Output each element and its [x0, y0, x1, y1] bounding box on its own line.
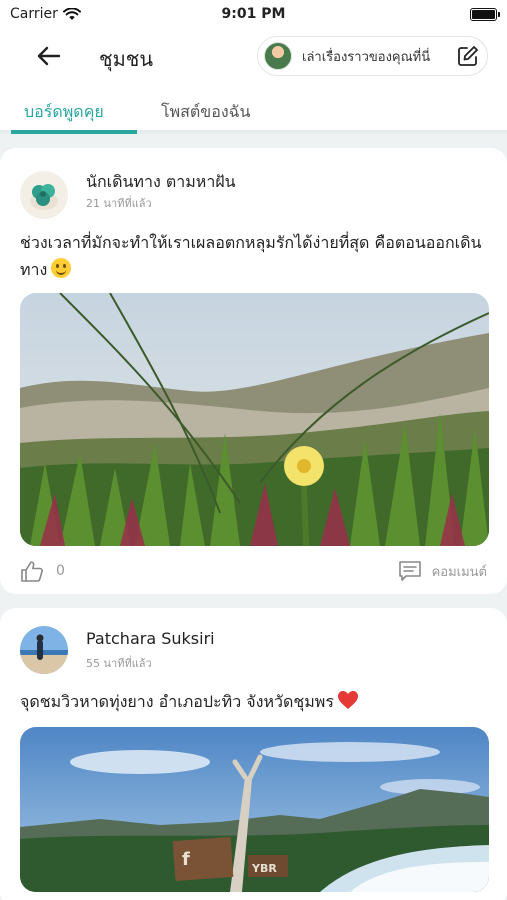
tab-my-posts[interactable]: โพสต์ของฉัน [161, 100, 251, 125]
like-icon[interactable] [20, 560, 44, 582]
post-card[interactable]: นักเดินทาง ตามหาฝัน 21 นาทีที่แล้ว ช่วงเ… [0, 148, 507, 594]
active-tab-indicator [11, 130, 137, 134]
comment-label: คอมเมนต์ [431, 564, 487, 580]
post-time: 55 นาทีที่แล้ว [86, 657, 152, 670]
author-avatar[interactable] [20, 626, 68, 674]
post-text-content: จุดชมวิวหาดทุ่งยาง อำเภอปะทิว จังหวัดชุม… [20, 692, 334, 711]
author-name[interactable]: นักเดินทาง ตามหาฝัน [86, 170, 236, 195]
author-name[interactable]: Patchara Suksiri [86, 629, 215, 648]
post-card[interactable]: Patchara Suksiri 55 นาทีที่แล้ว จุดชมวิว… [0, 608, 507, 900]
sign-letter-f: f [182, 849, 190, 870]
post-time: 21 นาทีที่แล้ว [86, 197, 152, 210]
status-time: 9:01 PM [221, 6, 286, 22]
post-actions: 0 คอมเมนต์ [20, 558, 487, 584]
navigation-bar: ชุมชน เล่าเรื่องราวของคุณที่นี่ [0, 28, 507, 84]
post-image[interactable] [20, 293, 489, 546]
status-bar: Carrier 9:01 PM [0, 0, 507, 28]
post-image[interactable]: f YBR [20, 727, 489, 892]
author-avatar[interactable] [20, 171, 68, 219]
heart-emoji-icon [337, 691, 358, 709]
sign-text: YBR [251, 862, 277, 875]
share-story-label: เล่าเรื่องราวของคุณที่นี่ [302, 49, 431, 65]
user-avatar [264, 42, 292, 70]
share-story-button[interactable]: เล่าเรื่องราวของคุณที่นี่ [257, 36, 488, 76]
tab-bar: บอร์ดพูดคุย โพสต์ของฉัน [0, 84, 507, 134]
comment-button[interactable]: คอมเมนต์ [398, 560, 487, 582]
battery-icon [470, 7, 500, 21]
post-text: ช่วงเวลาที่มักจะทำให้เราเผลอตกหลุมรักได้… [20, 229, 491, 283]
post-text-content: ช่วงเวลาที่มักจะทำให้เราเผลอตกหลุมรักได้… [20, 233, 482, 279]
edit-icon [458, 46, 478, 66]
status-right [470, 7, 500, 21]
comment-icon [398, 561, 421, 581]
like-count: 0 [56, 563, 65, 579]
back-button[interactable] [34, 42, 64, 70]
page-title: ชุมชน [99, 47, 154, 71]
smile-emoji-icon [51, 258, 72, 278]
tab-discussion-board[interactable]: บอร์ดพูดคุย [24, 100, 104, 125]
post-text: จุดชมวิวหาดทุ่งยาง อำเภอปะทิว จังหวัดชุม… [20, 688, 491, 715]
arrow-left-icon [37, 46, 61, 66]
